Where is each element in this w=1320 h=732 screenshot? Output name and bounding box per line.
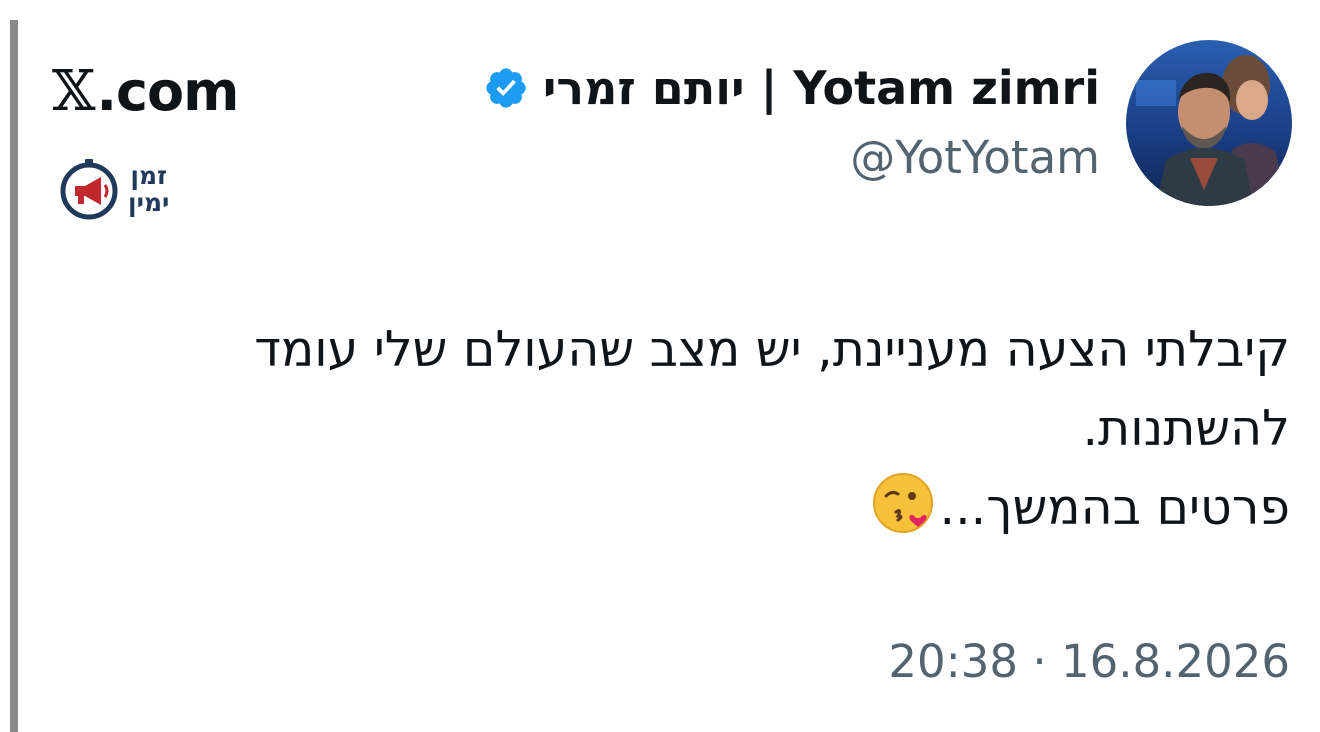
site-logo-suffix: .com (96, 59, 239, 123)
face-blowing-a-kiss-icon (872, 473, 933, 533)
quote-left-bar (10, 20, 18, 732)
x-logo-icon: 𝕏 (52, 58, 95, 124)
brand-name: זמן ימין (128, 162, 169, 216)
tweet-line-3: פרטים בהמשך... (100, 468, 1290, 547)
author-name-row: יותם זמרי | Yotam zimri (483, 58, 1100, 118)
author-avatar[interactable] (1126, 40, 1292, 206)
author-display-name[interactable]: יותם זמרי | Yotam zimri (543, 58, 1100, 118)
brand-line-2: ימין (128, 188, 170, 217)
tweet-line-3-text: פרטים בהמשך... (939, 479, 1290, 536)
megaphone-clock-icon (60, 159, 118, 220)
tweet-text: קיבלתי הצעה מעניינת, יש מצב שהעולם שלי ע… (100, 310, 1290, 547)
author-handle[interactable]: @YotYotam (483, 128, 1100, 188)
tweet-timestamp[interactable]: 20:38 · 16.8.2026 (888, 632, 1290, 692)
tweet-line-1: קיבלתי הצעה מעניינת, יש מצב שהעולם שלי ע… (254, 321, 1290, 378)
tweet-line-2: להשתנות. (1082, 400, 1290, 457)
brand-badge: זמן ימין (58, 158, 169, 220)
site-logo[interactable]: 𝕏 .com (52, 56, 239, 126)
verified-badge-icon (486, 68, 526, 108)
brand-line-1: זמן (130, 161, 168, 190)
profile-photo (1126, 40, 1292, 206)
author-block: יותם זמרי | Yotam zimri @YotYotam (483, 58, 1100, 188)
